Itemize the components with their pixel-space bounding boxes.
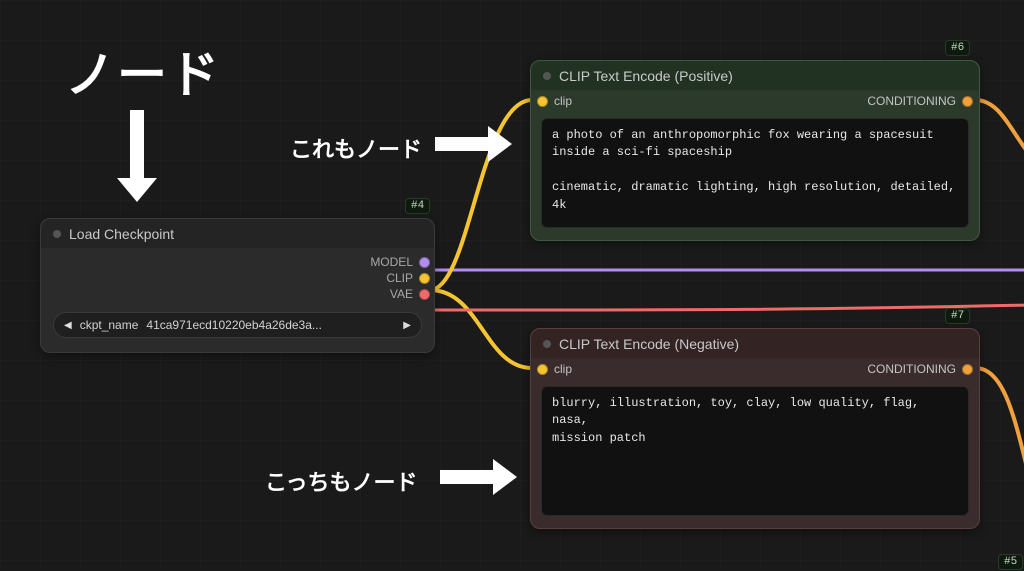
node-clip-negative[interactable]: CLIP Text Encode (Negative) clip CONDITI… (530, 328, 980, 529)
input-label: clip (554, 362, 572, 376)
collapse-dot-icon[interactable] (543, 340, 551, 348)
output-port-conditioning[interactable]: CONDITIONING (867, 94, 973, 108)
collapse-dot-icon[interactable] (543, 72, 551, 80)
node-title[interactable]: CLIP Text Encode (Negative) (531, 329, 979, 358)
node-title[interactable]: CLIP Text Encode (Positive) (531, 61, 979, 90)
output-port-conditioning[interactable]: CONDITIONING (867, 362, 973, 376)
node-title-text: CLIP Text Encode (Negative) (559, 336, 739, 352)
port-label: VAE (390, 287, 413, 301)
port-vae[interactable]: VAE (390, 286, 430, 302)
output-label: CONDITIONING (867, 362, 956, 376)
port-label: CLIP (386, 271, 413, 285)
node-title-text: CLIP Text Encode (Positive) (559, 68, 733, 84)
arrow-down-main (130, 110, 144, 180)
chevron-right-icon[interactable]: ▶ (403, 320, 411, 331)
io-row: clip CONDITIONING (531, 90, 979, 114)
output-ports: MODEL CLIP VAE (41, 248, 434, 308)
annotation-also2: こっちもノード (265, 465, 417, 497)
port-dot-model-icon[interactable] (419, 257, 430, 268)
node-title[interactable]: Load Checkpoint (41, 219, 434, 248)
param-label: ckpt_name (80, 318, 139, 332)
node-tag-6: #6 (945, 40, 970, 56)
port-dot-clip-icon[interactable] (419, 273, 430, 284)
arrow-right-2 (440, 470, 495, 484)
port-dot-clip-icon[interactable] (537, 364, 548, 375)
port-dot-vae-icon[interactable] (419, 289, 430, 300)
arrow-right-1 (435, 137, 490, 151)
node-tag-7: #7 (945, 308, 970, 324)
output-label: CONDITIONING (867, 94, 956, 108)
port-dot-clip-icon[interactable] (537, 96, 548, 107)
port-dot-conditioning-icon[interactable] (962, 96, 973, 107)
prompt-textarea[interactable]: a photo of an anthropomorphic fox wearin… (541, 118, 969, 228)
node-clip-positive[interactable]: CLIP Text Encode (Positive) clip CONDITI… (530, 60, 980, 241)
annotation-main: ノード (65, 35, 221, 107)
io-row: clip CONDITIONING (531, 358, 979, 382)
input-label: clip (554, 94, 572, 108)
ckpt-name-selector[interactable]: ◀ ckpt_name 41ca971ecd10220eb4a26de3a...… (53, 312, 422, 338)
input-port-clip[interactable]: clip (537, 362, 572, 376)
node-tag-5: #5 (998, 554, 1023, 570)
chevron-left-icon[interactable]: ◀ (64, 320, 72, 331)
node-title-text: Load Checkpoint (69, 226, 174, 242)
port-clip[interactable]: CLIP (386, 270, 430, 286)
collapse-dot-icon[interactable] (53, 230, 61, 238)
node-tag-4: #4 (405, 198, 430, 214)
prompt-textarea[interactable]: blurry, illustration, toy, clay, low qua… (541, 386, 969, 516)
port-label: MODEL (370, 255, 413, 269)
port-model[interactable]: MODEL (370, 254, 430, 270)
annotation-also1: これもノード (290, 132, 422, 164)
input-port-clip[interactable]: clip (537, 94, 572, 108)
port-dot-conditioning-icon[interactable] (962, 364, 973, 375)
param-value: 41ca971ecd10220eb4a26de3a... (146, 318, 395, 332)
node-load-checkpoint[interactable]: Load Checkpoint MODEL CLIP VAE ◀ ckpt_na… (40, 218, 435, 353)
